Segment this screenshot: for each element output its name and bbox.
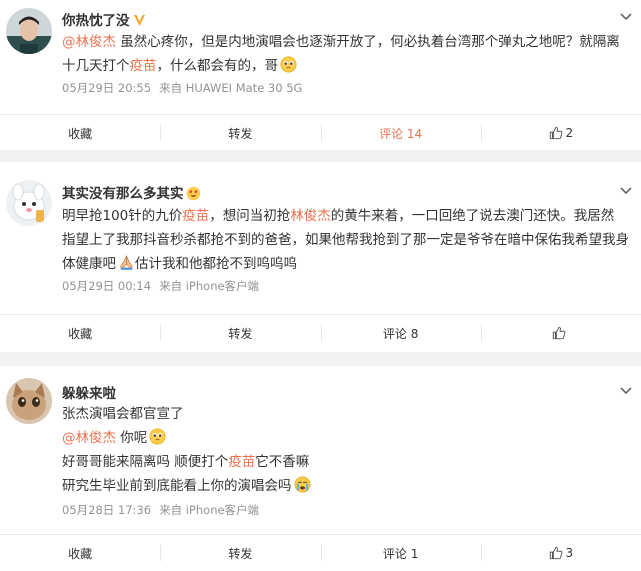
verified-v-icon bbox=[133, 14, 146, 31]
timestamp[interactable]: 05月29日 00:14 bbox=[62, 279, 151, 293]
text-line: @林俊杰 虽然心疼你，但是内地演唱会也逐渐开放了，何必执着台湾那个弹丸之地呢？就… bbox=[62, 34, 620, 50]
timestamp[interactable]: 05月28日 17:36 bbox=[62, 503, 151, 517]
favorite-button[interactable]: 收藏 bbox=[0, 315, 160, 351]
text-line: 研究生毕业前到底能看上你的演唱会吗 bbox=[62, 474, 630, 498]
post-meta: 05月29日 00:14 来自 iPhone客户端 bbox=[62, 278, 259, 294]
keyword-link[interactable]: 疫苗 bbox=[228, 454, 255, 470]
text-line: 十几天打个疫苗，什么都会有的，哥 bbox=[62, 54, 630, 78]
favorite-button[interactable]: 收藏 bbox=[0, 115, 160, 151]
mention-link[interactable]: @林俊杰 bbox=[62, 34, 116, 50]
weibo-comment-card: 躲躲来啦 张杰演唱会都官宣了 @林俊杰 你呢 好哥哥能来隔离吗 顺便打个疫苗它不… bbox=[0, 366, 641, 571]
avatar[interactable] bbox=[6, 180, 52, 226]
comment-button[interactable]: 评论 1 bbox=[320, 535, 481, 571]
like-button[interactable]: 2 bbox=[480, 115, 641, 151]
chevron-down-icon[interactable] bbox=[619, 386, 633, 396]
weibo-comment-card: 你热忱了没 @林俊杰 虽然心疼你，但是内地演唱会也逐渐开放了，何必执着台湾那个弹… bbox=[0, 0, 641, 150]
pleading-face-icon bbox=[149, 428, 166, 445]
praying-hands-icon bbox=[120, 255, 133, 270]
thumbs-up-icon bbox=[549, 546, 562, 560]
comment-button[interactable]: 评论 14 bbox=[320, 115, 481, 151]
comment-button[interactable]: 评论 8 bbox=[320, 315, 481, 351]
avatar[interactable] bbox=[6, 378, 52, 424]
source-device: 来自 iPhone客户端 bbox=[159, 279, 260, 293]
card-separator bbox=[0, 352, 641, 366]
keyword-link[interactable]: 疫苗 bbox=[182, 208, 209, 224]
comment-text: @林俊杰 虽然心疼你，但是内地演唱会也逐渐开放了，何必执着台湾那个弹丸之地呢？就… bbox=[62, 30, 630, 78]
keyword-link[interactable]: 疫苗 bbox=[130, 58, 157, 74]
mention-link[interactable]: @林俊杰 bbox=[62, 430, 116, 446]
repost-button[interactable]: 转发 bbox=[160, 115, 320, 151]
favorite-button[interactable]: 收藏 bbox=[0, 535, 160, 571]
timestamp[interactable]: 05月29日 20:55 bbox=[62, 81, 151, 95]
comment-text: 明早抢100针的九价疫苗，想问当初抢林俊杰的黄牛来着，一口回绝了说去澳门还快。我… bbox=[62, 204, 630, 276]
text-line: 指望上了我那抖音秒杀都抢不到的爸爸，如果他帮我抢到了那一定是爷爷在暗中保佑我希望… bbox=[62, 232, 629, 248]
username[interactable]: 你热忱了没 bbox=[62, 9, 146, 31]
action-bar: 收藏 转发 评论 8 bbox=[0, 315, 641, 351]
pleading-face-icon bbox=[280, 56, 297, 73]
action-bar: 收藏 转发 评论 1 3 bbox=[0, 535, 641, 571]
chevron-down-icon[interactable] bbox=[619, 12, 633, 22]
source-device: 来自 HUAWEI Mate 30 5G bbox=[159, 81, 303, 95]
text-line: 张杰演唱会都官宣了 bbox=[62, 406, 184, 422]
heart-eyes-emoji-icon bbox=[186, 186, 200, 201]
like-button[interactable]: 3 bbox=[480, 535, 641, 571]
keyword-link[interactable]: 林俊杰 bbox=[290, 208, 331, 224]
post-meta: 05月29日 20:55 来自 HUAWEI Mate 30 5G bbox=[62, 80, 302, 96]
source-device: 来自 iPhone客户端 bbox=[159, 503, 260, 517]
like-button[interactable] bbox=[480, 315, 641, 351]
post-meta: 05月28日 17:36 来自 iPhone客户端 bbox=[62, 502, 259, 518]
thumbs-up-icon bbox=[549, 126, 562, 140]
thumbs-up-icon bbox=[553, 326, 566, 340]
text-line: @林俊杰 你呢 bbox=[62, 426, 630, 450]
chevron-down-icon[interactable] bbox=[619, 186, 633, 196]
username[interactable]: 躲躲来啦 bbox=[62, 382, 116, 402]
action-bar: 收藏 转发 评论 14 2 bbox=[0, 115, 641, 151]
username[interactable]: 其实没有那么多其实 bbox=[62, 182, 201, 202]
weibo-comment-card: 其实没有那么多其实 明早抢100针的九价疫苗，想问当初抢林俊杰的黄牛来着，一口回… bbox=[0, 162, 641, 352]
text-line: 好哥哥能来隔离吗 顺便打个疫苗它不香嘛 bbox=[62, 454, 310, 470]
repost-button[interactable]: 转发 bbox=[160, 315, 320, 351]
comment-text: 张杰演唱会都官宣了 @林俊杰 你呢 好哥哥能来隔离吗 顺便打个疫苗它不香嘛 研究… bbox=[62, 402, 630, 498]
text-line: 体健康吧 估计我和他都抢不到呜呜呜 bbox=[62, 255, 297, 272]
text-line: 明早抢100针的九价疫苗，想问当初抢林俊杰的黄牛来着，一口回绝了说去澳门还快。我… bbox=[62, 208, 615, 224]
card-separator bbox=[0, 150, 641, 162]
avatar[interactable] bbox=[6, 8, 52, 54]
repost-button[interactable]: 转发 bbox=[160, 535, 320, 571]
crying-face-icon bbox=[294, 476, 310, 493]
